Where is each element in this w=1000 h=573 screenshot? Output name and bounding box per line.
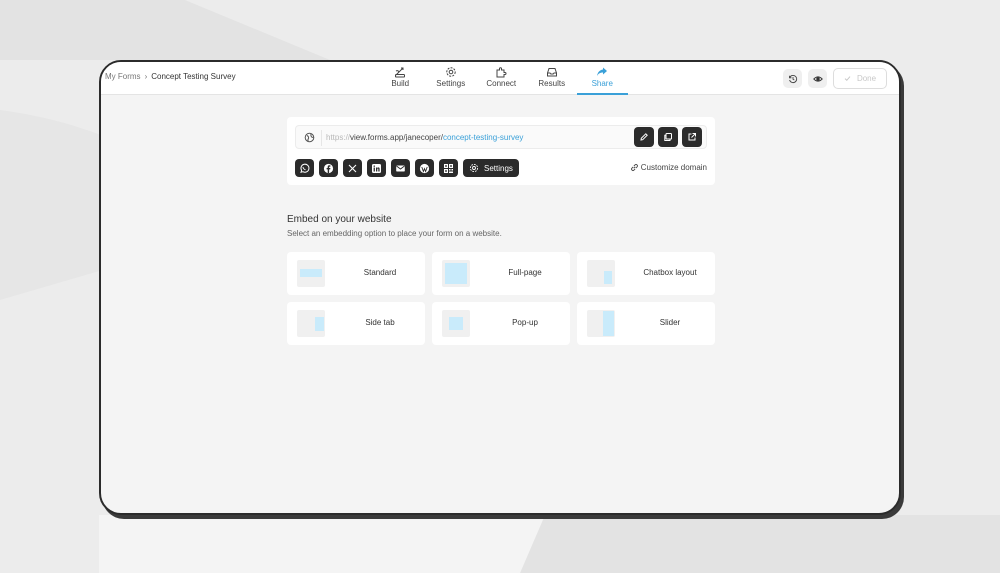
embed-option-slider[interactable]: Slider [577, 302, 715, 345]
tab-connect[interactable]: Connect [476, 62, 527, 95]
embed-option-label: Slider [659, 318, 681, 327]
chatbox-thumbnail [587, 260, 615, 287]
breadcrumb: My Forms › Concept Testing Survey [105, 72, 236, 81]
standard-thumbnail [297, 260, 325, 287]
share-facebook-button[interactable] [319, 159, 338, 177]
breadcrumb-current: Concept Testing Survey [151, 72, 236, 81]
embed-title: Embed on your website [287, 214, 392, 225]
form-url: https://view.forms.app/janecoper/concept… [326, 133, 523, 142]
build-icon [395, 67, 406, 78]
url-actions [634, 127, 702, 147]
wordpress-icon [419, 163, 430, 173]
eye-icon [812, 75, 823, 82]
email-icon [396, 165, 405, 171]
history-button[interactable] [783, 69, 802, 88]
x-icon [348, 164, 357, 172]
embed-option-label: Standard [363, 268, 397, 277]
tab-connect-label: Connect [486, 79, 517, 88]
gear-icon [469, 163, 479, 173]
form-url-field[interactable]: https://view.forms.app/janecoper/concept… [295, 125, 707, 149]
open-url-button[interactable] [682, 127, 702, 147]
check-icon [844, 76, 851, 82]
embed-option-label: Pop-up [512, 318, 538, 327]
facebook-icon [323, 163, 334, 173]
tab-share-label: Share [591, 79, 613, 88]
share-wordpress-button[interactable] [415, 159, 434, 177]
inbox-icon [546, 68, 557, 77]
share-qr-button[interactable] [439, 159, 458, 177]
breadcrumb-root-link[interactable]: My Forms [105, 72, 141, 81]
copy-url-button[interactable] [658, 127, 678, 147]
share-x-button[interactable] [343, 159, 362, 177]
app-window: My Forms › Concept Testing Survey Build … [99, 60, 901, 515]
linkedin-icon [372, 163, 381, 173]
url-protocol: https:// [326, 133, 351, 142]
share-whatsapp-button[interactable] [295, 159, 314, 177]
history-icon [788, 74, 797, 83]
share-card: https://view.forms.app/janecoper/concept… [287, 117, 715, 185]
tab-results-label: Results [538, 79, 566, 88]
globe-icon [304, 132, 315, 143]
tab-results[interactable]: Results [527, 62, 578, 95]
share-buttons: Settings [295, 159, 519, 177]
done-label: Done [856, 74, 877, 83]
tab-settings-label: Settings [436, 79, 466, 88]
url-divider [321, 130, 322, 146]
share-settings-label: Settings [484, 163, 513, 173]
slider-thumbnail [587, 310, 615, 337]
customize-domain-link[interactable]: Customize domain [630, 163, 707, 172]
whatsapp-icon [300, 163, 310, 173]
top-bar: My Forms › Concept Testing Survey Build … [101, 62, 899, 95]
tab-build[interactable]: Build [375, 62, 426, 95]
share-settings-button[interactable]: Settings [463, 159, 519, 177]
side-tab-thumbnail [297, 310, 325, 337]
embed-option-standard[interactable]: Standard [287, 252, 425, 295]
url-slug: concept-testing-survey [442, 133, 524, 142]
breadcrumb-separator: › [144, 72, 148, 81]
edit-icon [640, 133, 648, 141]
main-nav: Build Settings Connect Results Share [375, 62, 628, 95]
done-button[interactable]: Done [833, 68, 887, 89]
full-page-thumbnail [442, 260, 470, 287]
puzzle-icon [496, 67, 507, 78]
tab-share[interactable]: Share [577, 62, 628, 95]
preview-button[interactable] [808, 69, 827, 88]
embed-option-label: Full-page [508, 268, 542, 277]
tab-build-label: Build [391, 79, 410, 88]
embed-option-popup[interactable]: Pop-up [432, 302, 570, 345]
share-icon [597, 67, 608, 76]
gear-icon [446, 67, 456, 77]
top-actions: Done [783, 68, 887, 89]
copy-icon [664, 133, 672, 141]
qr-code-icon [444, 163, 453, 173]
embed-option-label: Chatbox layout [643, 268, 697, 277]
link-icon [630, 164, 638, 171]
embed-subtitle: Select an embedding option to place your… [287, 229, 502, 238]
customize-domain-label: Customize domain [640, 163, 707, 172]
embed-options: Standard Full-page Chatbox layout Side t… [287, 252, 715, 345]
share-linkedin-button[interactable] [367, 159, 386, 177]
tab-settings[interactable]: Settings [426, 62, 477, 95]
external-link-icon [688, 133, 696, 141]
embed-option-chatbox[interactable]: Chatbox layout [577, 252, 715, 295]
url-base: view.forms.app/janecoper/ [350, 133, 443, 142]
embed-option-label: Side tab [365, 318, 395, 327]
popup-thumbnail [442, 310, 470, 337]
share-email-button[interactable] [391, 159, 410, 177]
embed-option-side-tab[interactable]: Side tab [287, 302, 425, 345]
edit-url-button[interactable] [634, 127, 654, 147]
embed-option-full-page[interactable]: Full-page [432, 252, 570, 295]
